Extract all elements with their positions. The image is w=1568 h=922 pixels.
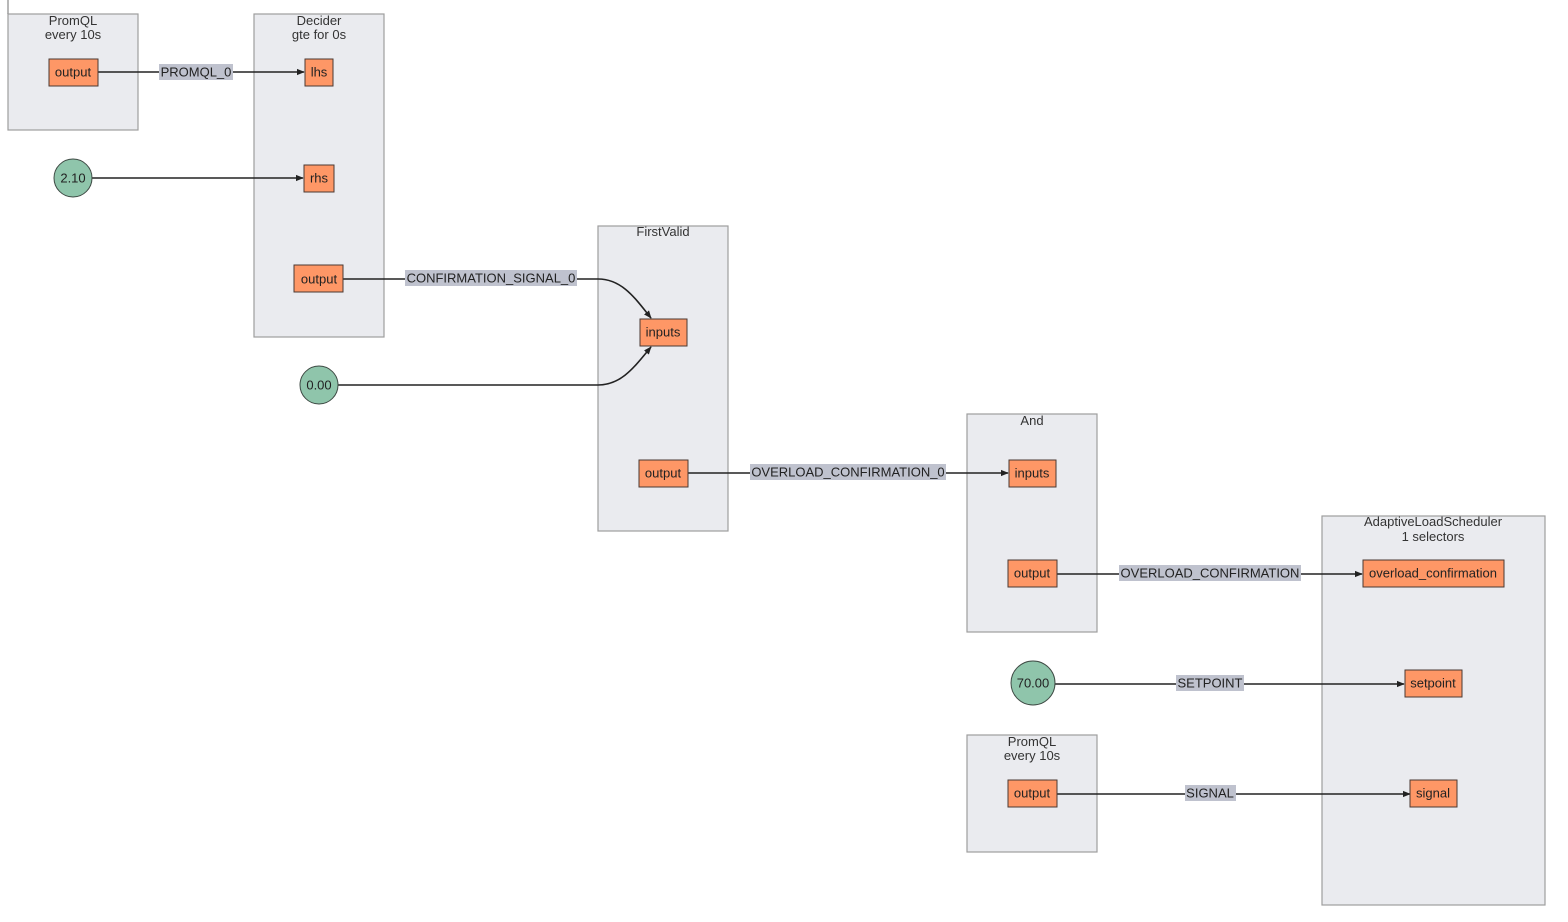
signal-flow-diagram: PromQL every 10s Decider gte for 0s Firs… [7,0,1546,906]
port-scheduler-overload-confirmation[interactable]: overload_confirmation [1362,559,1505,588]
port-label: signal [1416,786,1450,801]
port-label: inputs [646,325,681,340]
constant-value: 70.00 [1017,676,1050,691]
component-subtitle: every 10s [1004,748,1061,763]
port-label: overload_confirmation [1369,566,1497,581]
port-label: rhs [310,171,329,186]
port-scheduler-setpoint[interactable]: setpoint [1404,669,1463,698]
edge-label: CONFIRMATION_SIGNAL_0 [407,271,576,286]
component-title: PromQL [1008,734,1056,749]
port-label: output [301,272,338,287]
port-label: output [55,65,92,80]
port-firstvalid-inputs[interactable]: inputs [639,318,688,347]
edge-label: OVERLOAD_CONFIRMATION [1121,566,1300,581]
port-promql-2-output[interactable]: output [1007,779,1058,808]
edge-label: PROMQL_0 [161,65,232,80]
constant-0-00[interactable]: 0.00 [299,365,339,405]
edge-label: SETPOINT [1177,676,1242,691]
edge-overload-confirmation-0[interactable]: OVERLOAD_CONFIRMATION_0 [688,464,1009,480]
port-label: output [1014,566,1051,581]
port-scheduler-signal[interactable]: signal [1409,779,1458,808]
component-and[interactable]: And [966,413,1098,633]
port-and-inputs[interactable]: inputs [1008,459,1057,488]
edge-label: SIGNAL [1186,786,1234,801]
port-and-output[interactable]: output [1007,559,1058,588]
constant-2-10[interactable]: 2.10 [53,158,93,198]
component-title: PromQL [49,13,97,28]
port-label: lhs [311,65,328,80]
component-subtitle: gte for 0s [292,27,347,42]
port-label: output [645,466,682,481]
port-decider-lhs[interactable]: lhs [304,58,334,87]
component-title: Decider [297,13,342,28]
component-title: AdaptiveLoadScheduler [1364,514,1503,529]
port-decider-rhs[interactable]: rhs [303,164,335,193]
edge-overload-confirmation[interactable]: OVERLOAD_CONFIRMATION [1057,565,1363,581]
component-subtitle: every 10s [45,27,102,42]
port-promql-1-output[interactable]: output [48,58,99,87]
constant-value: 0.00 [306,378,331,393]
edge-label: OVERLOAD_CONFIRMATION_0 [751,465,944,480]
component-subtitle: 1 selectors [1402,529,1465,544]
constant-value: 2.10 [60,171,85,186]
component-title: FirstValid [636,224,689,239]
component-box [966,413,1098,633]
port-label: output [1014,786,1051,801]
port-firstvalid-output[interactable]: output [638,459,689,488]
port-label: setpoint [1410,676,1456,691]
port-decider-output[interactable]: output [293,264,344,293]
component-title: And [1020,413,1043,428]
constant-70-00[interactable]: 70.00 [1010,660,1056,706]
port-label: inputs [1015,466,1050,481]
